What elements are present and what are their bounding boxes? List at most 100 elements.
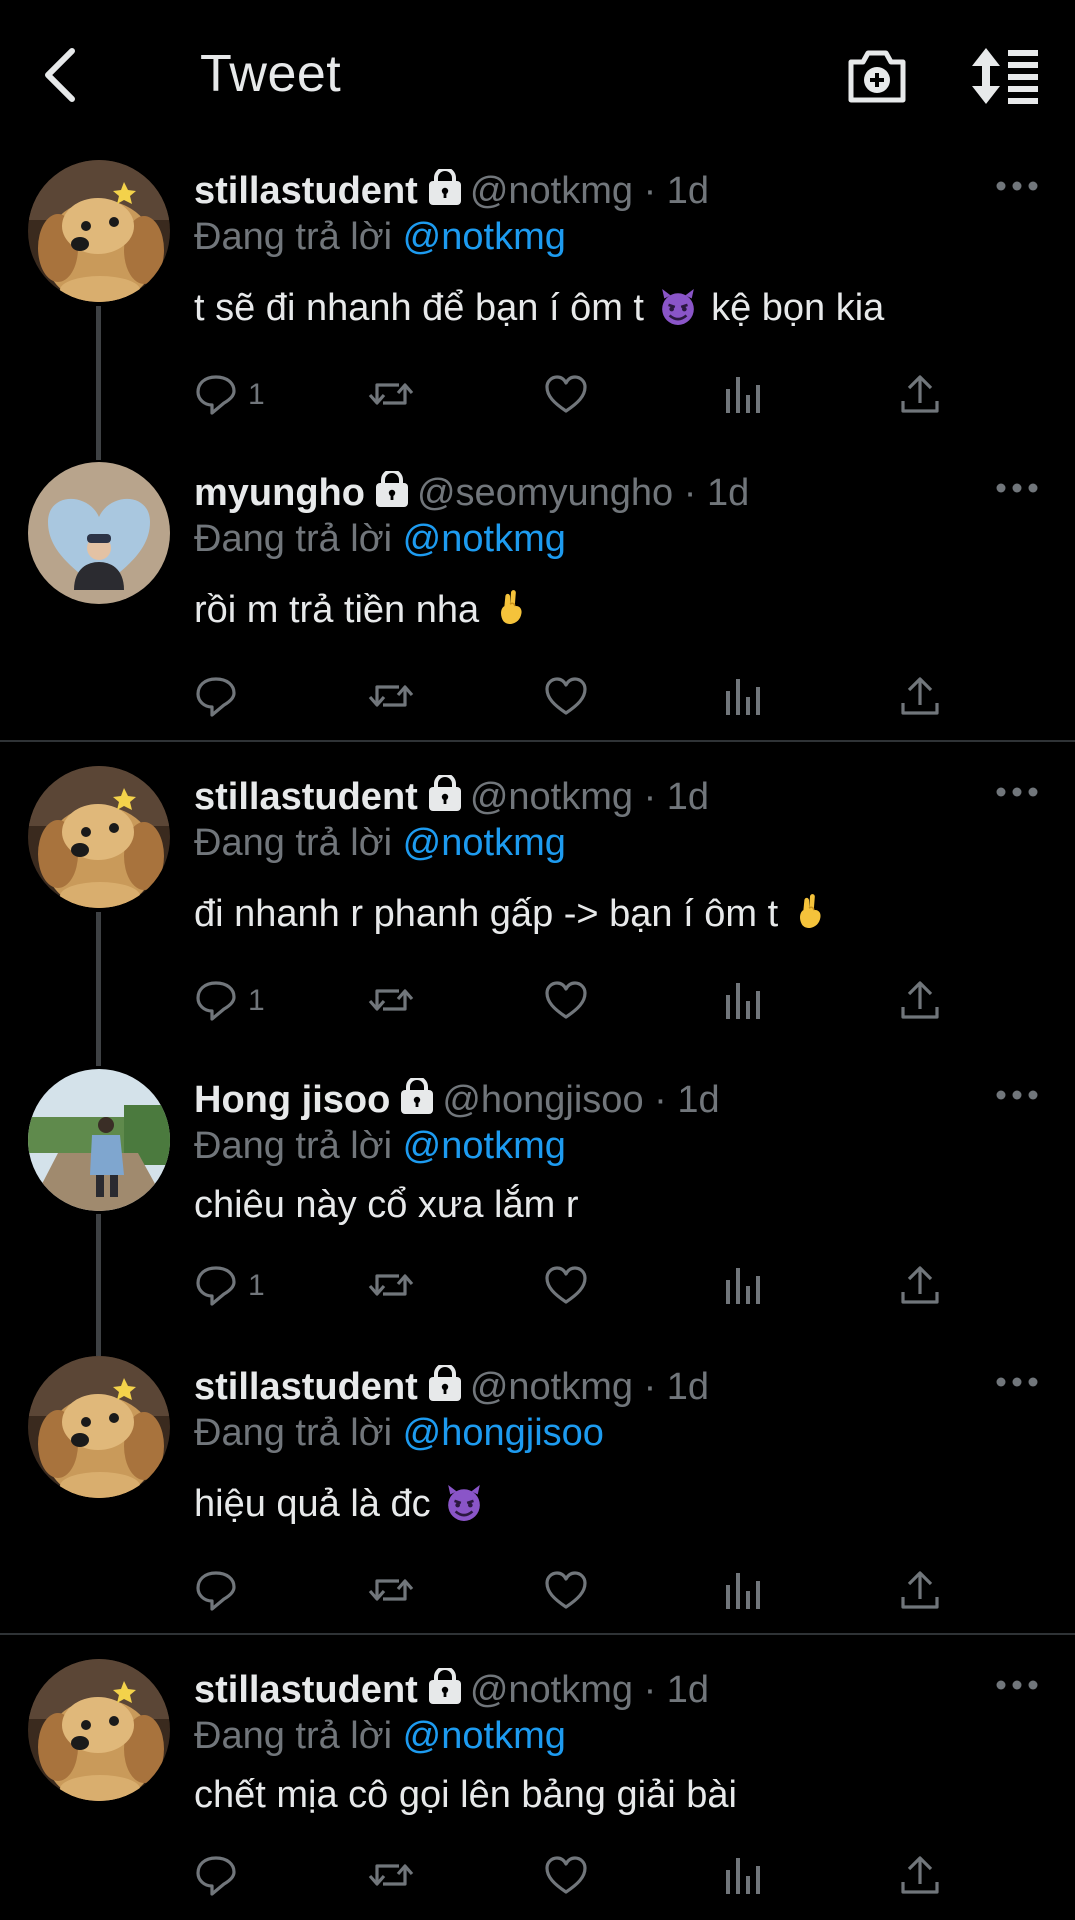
display-name[interactable]: stillastudent <box>194 776 418 818</box>
tweet-actions: 1 <box>194 976 994 1026</box>
tweet-header: stillastudent @notkmg · 1d <box>194 775 710 818</box>
tweet-text: chiêu này cổ xưa lắm r <box>194 1184 579 1226</box>
lock-icon <box>426 169 463 207</box>
views-button[interactable] <box>722 1851 766 1901</box>
tweet[interactable]: stillastudent @notkmg · 1d Đang trả lời @… <box>0 1356 1075 1632</box>
display-name[interactable]: stillastudent <box>194 1366 418 1408</box>
display-name[interactable]: myungho <box>194 472 365 514</box>
heart-icon <box>545 981 587 1019</box>
views-button[interactable] <box>722 1261 766 1311</box>
like-button[interactable] <box>544 1851 588 1901</box>
like-button[interactable] <box>544 1566 588 1616</box>
handle[interactable]: @notkmg <box>470 776 633 818</box>
mention-link[interactable]: @notkmg <box>403 216 566 258</box>
tweet-text: đi nhanh r phanh gấp -> bạn í ôm t <box>194 890 831 938</box>
share-button[interactable] <box>898 1851 942 1901</box>
avatar[interactable] <box>28 462 170 604</box>
mention-link[interactable]: @notkmg <box>403 1715 566 1757</box>
person-heart-avatar <box>28 462 170 604</box>
reply-count: 1 <box>248 1269 265 1302</box>
person-outdoor-avatar <box>28 1069 170 1211</box>
divider <box>0 740 1075 742</box>
timestamp: 1d <box>666 1669 710 1711</box>
share-icon <box>901 1856 939 1894</box>
reply-button[interactable] <box>194 1851 248 1901</box>
reply-count: 1 <box>248 984 265 1017</box>
tweet[interactable]: stillastudent @notkmg · 1d Đang trả lời @… <box>0 160 1075 460</box>
views-button[interactable] <box>722 370 766 420</box>
timestamp: 1d <box>666 776 710 818</box>
share-button[interactable] <box>898 976 942 1026</box>
handle[interactable]: @notkmg <box>470 170 633 212</box>
tweet[interactable]: stillastudent @notkmg · 1d Đang trả lời @… <box>0 766 1075 1066</box>
share-icon <box>901 981 939 1019</box>
like-button[interactable] <box>544 672 588 722</box>
more-options-icon[interactable] <box>996 1372 1038 1392</box>
reply-icon <box>196 1266 236 1306</box>
more-options-icon[interactable] <box>996 478 1038 498</box>
sort-button[interactable] <box>970 44 1042 108</box>
views-button[interactable] <box>722 1566 766 1616</box>
more-options-icon[interactable] <box>996 1085 1038 1105</box>
reply-prefix: Đang trả lời <box>194 216 393 258</box>
retweet-button[interactable] <box>366 1566 416 1616</box>
camera-plus-icon <box>848 50 906 103</box>
dog-avatar <box>28 766 170 908</box>
reply-prefix: Đang trả lời <box>194 1412 393 1454</box>
avatar[interactable] <box>28 1659 170 1801</box>
avatar[interactable] <box>28 1069 170 1211</box>
reply-icon <box>196 1571 236 1611</box>
more-options-icon[interactable] <box>996 782 1038 802</box>
display-name[interactable]: Hong jisoo <box>194 1079 390 1121</box>
more-options-icon[interactable] <box>996 176 1038 196</box>
timestamp: 1d <box>677 1079 720 1121</box>
handle[interactable]: @notkmg <box>470 1669 633 1711</box>
retweet-button[interactable] <box>366 1261 416 1311</box>
avatar[interactable] <box>28 766 170 908</box>
reply-button[interactable]: 1 <box>194 976 265 1026</box>
dog-avatar <box>28 160 170 302</box>
handle[interactable]: @seomyungho <box>417 472 673 514</box>
heart-icon <box>545 1266 587 1304</box>
like-button[interactable] <box>544 1261 588 1311</box>
crossed-fingers-emoji <box>499 589 523 625</box>
reply-button[interactable] <box>194 672 248 722</box>
retweet-button[interactable] <box>366 1851 416 1901</box>
reply-icon <box>196 375 236 415</box>
tweet[interactable]: Hong jisoo @hongjisoo · 1d Đang trả lời @… <box>0 1069 1075 1355</box>
mention-link[interactable]: @notkmg <box>403 518 566 560</box>
mention-link[interactable]: @notkmg <box>403 822 566 864</box>
handle[interactable]: @notkmg <box>470 1366 633 1408</box>
avatar[interactable] <box>28 1356 170 1498</box>
handle[interactable]: @hongjisoo <box>442 1079 643 1121</box>
mention-link[interactable]: @hongjisoo <box>403 1412 604 1454</box>
reply-button[interactable] <box>194 1566 248 1616</box>
like-button[interactable] <box>544 370 588 420</box>
retweet-button[interactable] <box>366 370 416 420</box>
views-button[interactable] <box>722 672 766 722</box>
tweet[interactable]: stillastudent @notkmg · 1d Đang trả lời @… <box>0 1659 1075 1920</box>
retweet-button[interactable] <box>366 976 416 1026</box>
more-options-icon[interactable] <box>996 1675 1038 1695</box>
share-button[interactable] <box>898 672 942 722</box>
tweet[interactable]: myungho @seomyungho · 1d Đang trả lời @no… <box>0 462 1075 740</box>
reply-button[interactable]: 1 <box>194 370 265 420</box>
share-button[interactable] <box>898 1261 942 1311</box>
display-name[interactable]: stillastudent <box>194 1669 418 1711</box>
reply-icon <box>196 677 236 717</box>
reply-button[interactable]: 1 <box>194 1261 265 1311</box>
heart-icon <box>545 375 587 413</box>
retweet-icon <box>368 383 414 405</box>
stats-icon <box>726 1858 760 1894</box>
retweet-button[interactable] <box>366 672 416 722</box>
mention-link[interactable]: @notkmg <box>403 1125 566 1167</box>
share-button[interactable] <box>898 1566 942 1616</box>
views-button[interactable] <box>722 976 766 1026</box>
stats-icon <box>726 983 760 1019</box>
display-name[interactable]: stillastudent <box>194 170 418 212</box>
like-button[interactable] <box>544 976 588 1026</box>
back-button[interactable] <box>30 40 90 110</box>
share-button[interactable] <box>898 370 942 420</box>
avatar[interactable] <box>28 160 170 302</box>
camera-button[interactable] <box>845 44 909 108</box>
